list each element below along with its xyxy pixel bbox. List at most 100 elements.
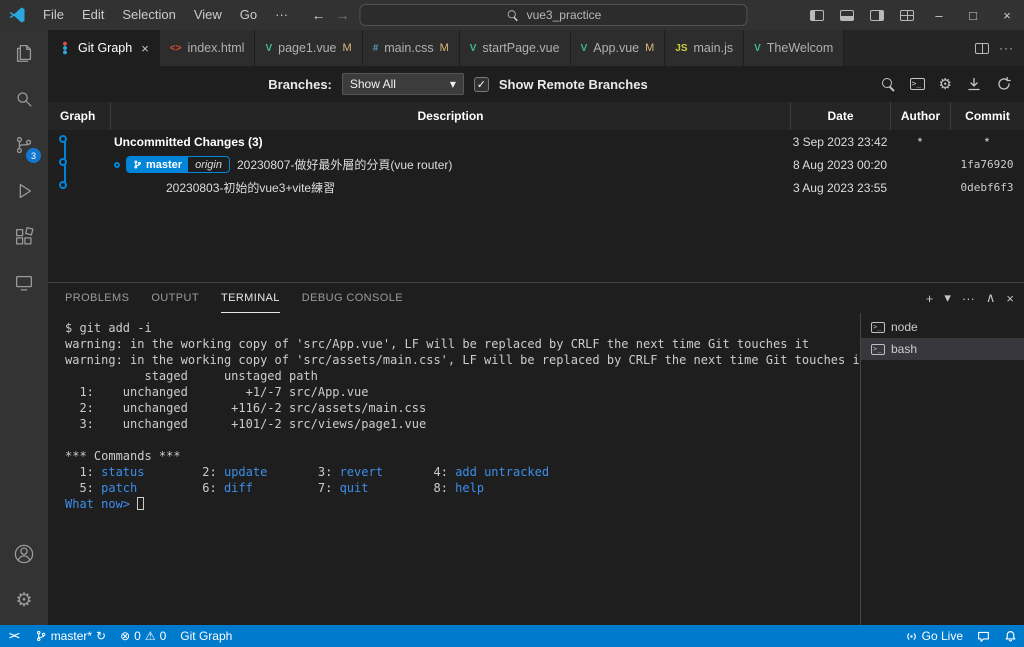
title-bar: File Edit Selection View Go ··· ← → vue3… <box>0 0 1024 30</box>
menu-edit[interactable]: Edit <box>73 0 113 30</box>
command-center-search[interactable]: vue3_practice <box>359 4 748 26</box>
settings-gear-icon[interactable]: ⚙ <box>0 577 48 623</box>
vue-file-icon: V <box>754 42 761 54</box>
tab-label: page1.vue <box>278 41 337 55</box>
branches-dropdown-value: Show All <box>349 77 396 91</box>
branch-icon <box>134 160 141 169</box>
tab-index-html[interactable]: <> index.html <box>159 30 256 66</box>
open-terminal-icon[interactable]: >_ <box>909 78 925 90</box>
refresh-icon[interactable] <box>996 76 1012 92</box>
feedback-icon[interactable] <box>970 625 997 647</box>
remote-indicator[interactable]: >< <box>0 625 28 647</box>
menu-view[interactable]: View <box>185 0 231 30</box>
toggle-panel-icon[interactable] <box>832 0 862 30</box>
terminal-label: bash <box>891 342 918 356</box>
go-live-button[interactable]: Go Live <box>898 625 970 647</box>
commit-table-header: Graph Description Date Author Commit <box>48 102 1024 130</box>
split-editor-icon[interactable] <box>975 42 989 54</box>
tab-git-graph[interactable]: Git Graph × <box>48 30 160 66</box>
branch-status-item[interactable]: master* ↻ <box>28 625 113 647</box>
window-maximize-button[interactable]: □ <box>956 0 990 30</box>
html-file-icon: <> <box>169 42 182 54</box>
menu-overflow-icon[interactable]: ··· <box>266 0 297 30</box>
maximize-panel-icon[interactable]: ∧ <box>986 290 996 306</box>
terminal-list-item-node[interactable]: >_ node <box>861 316 1024 338</box>
column-author: Author <box>890 102 950 130</box>
window-close-button[interactable]: × <box>990 0 1024 30</box>
explorer-icon[interactable] <box>0 30 48 76</box>
graph-node-commit-2 <box>59 181 67 189</box>
tab-debug-console[interactable]: DEBUG CONSOLE <box>302 283 403 313</box>
commit-hash: 1fa76920 <box>960 158 1014 171</box>
tab-bar-actions: ··· <box>965 30 1024 66</box>
terminal-list-item-bash[interactable]: >_ bash <box>861 338 1024 360</box>
command-center-group: ← → vue3_practice <box>311 4 748 26</box>
tab-thewelcome[interactable]: V TheWelcom <box>744 30 845 66</box>
branch-icon <box>36 630 46 642</box>
branch-ref-pill[interactable]: master origin <box>126 156 230 173</box>
table-row-commit-2[interactable]: 20230803-初始的vue3+vite練習 3 Aug 2023 23:55… <box>48 176 1024 199</box>
scm-changes-badge: 3 <box>26 148 41 163</box>
editor-more-actions-icon[interactable]: ··· <box>999 41 1014 55</box>
tab-startpage-vue[interactable]: V startPage.vue <box>459 30 571 66</box>
git-graph-icon <box>63 41 67 55</box>
show-remote-branches-checkbox[interactable]: ✓ <box>473 76 489 92</box>
run-debug-icon[interactable] <box>0 168 48 214</box>
table-row-commit-1[interactable]: master origin 20230807-做好最外層的分頁(vue rout… <box>48 153 1024 176</box>
window-minimize-button[interactable]: – <box>922 0 956 30</box>
terminal-dropdown-icon[interactable]: ▾ <box>944 290 951 306</box>
tab-main-js[interactable]: JS main.js <box>665 30 745 66</box>
menu-selection[interactable]: Selection <box>113 0 184 30</box>
git-graph-view: Branches: Show All ▾ ✓ Show Remote Branc… <box>48 66 1024 282</box>
tab-terminal[interactable]: TERMINAL <box>220 283 280 313</box>
problems-status-item[interactable]: ⊗ 0 ⚠ 0 <box>113 625 173 647</box>
fetch-remote-icon[interactable] <box>966 76 982 92</box>
notifications-bell-icon[interactable] <box>997 625 1024 647</box>
remote-explorer-icon[interactable] <box>0 260 48 306</box>
warning-count: 0 <box>159 629 167 643</box>
menu-go[interactable]: Go <box>231 0 266 30</box>
tab-label: main.css <box>384 41 434 55</box>
js-file-icon: JS <box>675 42 688 54</box>
panel-more-actions-icon[interactable]: ··· <box>962 291 975 306</box>
vue-file-icon: V <box>265 42 273 54</box>
find-commit-icon[interactable] <box>881 77 896 92</box>
commit-hash: 0debf6f3 <box>960 181 1014 194</box>
vscode-window: File Edit Selection View Go ··· ← → vue3… <box>0 0 1024 647</box>
extensions-icon[interactable] <box>0 214 48 260</box>
modified-badge: M <box>439 42 449 54</box>
column-date: Date <box>790 102 890 130</box>
terminal-output[interactable]: $ git add -i warning: in the working copy… <box>48 313 860 625</box>
commit-date: 8 Aug 2023 00:20 <box>792 157 888 172</box>
tab-problems[interactable]: PROBLEMS <box>65 283 129 313</box>
commit-table-body: Uncommitted Changes (3) 3 Sep 2023 23:42… <box>48 130 1024 282</box>
search-sidebar-icon[interactable] <box>0 76 48 122</box>
branch-name: master* <box>50 629 93 643</box>
nav-back-icon[interactable]: ← <box>311 7 325 23</box>
branches-dropdown[interactable]: Show All ▾ <box>341 73 464 95</box>
menu-file[interactable]: File <box>34 0 73 30</box>
tab-app-vue[interactable]: V App.vue M <box>570 30 666 66</box>
tab-output[interactable]: OUTPUT <box>151 283 199 313</box>
tab-page1-vue[interactable]: V page1.vue M <box>255 30 363 66</box>
accounts-icon[interactable] <box>0 531 48 577</box>
close-panel-icon[interactable]: × <box>1006 291 1014 306</box>
toggle-sidebar-icon[interactable] <box>802 0 832 30</box>
tab-close-icon[interactable]: × <box>141 41 149 56</box>
commit-message: 20230807-做好最外層的分頁(vue router) <box>236 158 453 172</box>
customize-layout-icon[interactable] <box>892 0 922 30</box>
new-terminal-icon[interactable]: + <box>926 291 934 306</box>
activity-bar: 3 ⚙ <box>0 30 48 625</box>
tab-label: App.vue <box>593 41 640 55</box>
menu-bar: File Edit Selection View Go ··· <box>34 0 297 30</box>
editor-tab-bar: Git Graph × <> index.html V page1.vue M … <box>48 30 1024 66</box>
graph-settings-icon[interactable]: ⚙ <box>939 77 952 92</box>
tab-main-css[interactable]: # main.css M <box>362 30 460 66</box>
source-control-icon[interactable]: 3 <box>0 122 48 168</box>
commit-date: 3 Sep 2023 23:42 <box>792 134 888 149</box>
uncommitted-changes-label: Uncommitted Changes (3) <box>114 134 263 149</box>
toggle-secondary-sidebar-icon[interactable] <box>862 0 892 30</box>
nav-forward-icon[interactable]: → <box>335 7 349 23</box>
git-graph-status-item[interactable]: Git Graph <box>173 625 239 647</box>
table-row-uncommitted[interactable]: Uncommitted Changes (3) 3 Sep 2023 23:42… <box>48 130 1024 153</box>
